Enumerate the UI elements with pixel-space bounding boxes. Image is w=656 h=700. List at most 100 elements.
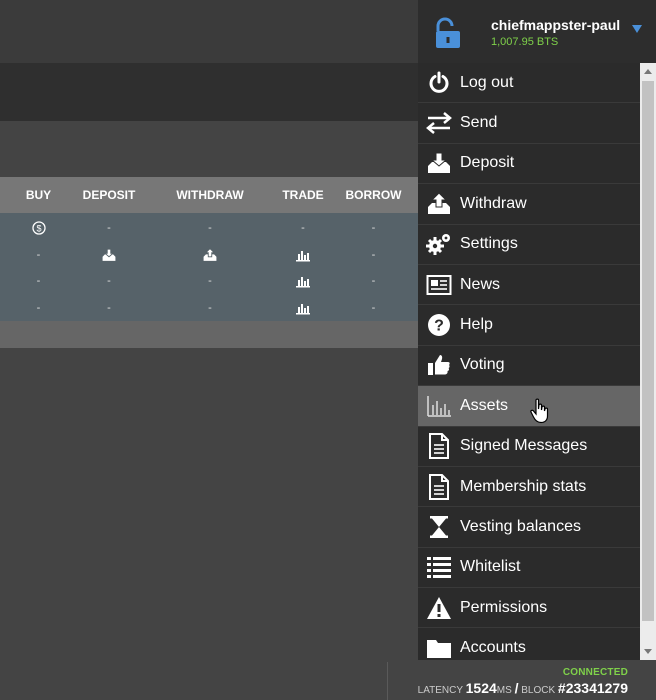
latency-block-readout: LATENCY 1524MS / BLOCK #23341279	[418, 680, 628, 696]
connection-status: CONNECTED LATENCY 1524MS / BLOCK #233412…	[418, 667, 628, 696]
block-label: BLOCK	[521, 685, 556, 696]
table-cell: -	[371, 248, 376, 261]
account-header[interactable]: chiefmappster-paul 1,007.95 BTS	[418, 0, 656, 63]
menu-item-label: News	[460, 275, 501, 293]
bar-chart-icon	[418, 395, 460, 417]
table-cell: -	[208, 301, 212, 314]
table-row: --	[0, 242, 420, 269]
power-icon	[418, 71, 460, 95]
menu-item-label: Membership stats	[460, 477, 587, 495]
menu-item-label: Settings	[460, 235, 518, 253]
menu-item-label: Deposit	[460, 154, 515, 172]
document-icon	[418, 473, 460, 500]
table-cell: -	[107, 301, 111, 314]
menu-item-settings[interactable]: Settings	[418, 225, 640, 265]
withdraw-icon	[418, 192, 460, 216]
svg-text:$: $	[36, 224, 41, 234]
menu-item-label: Voting	[460, 356, 505, 374]
status-separator: /	[514, 680, 519, 696]
column-header-withdraw: WITHDRAW	[176, 188, 244, 202]
menu-item-news[interactable]: News	[418, 265, 640, 306]
menu-item-send[interactable]: Send	[418, 103, 640, 144]
assets-table: BUY DEPOSIT WITHDRAW TRADE BORROW $ - - - - -…	[0, 177, 420, 321]
table-cell: -	[36, 275, 41, 288]
menu-item-help[interactable]: ? Help	[418, 305, 640, 346]
deposit-icon	[418, 151, 460, 175]
scrollbar-thumb[interactable]	[642, 81, 654, 621]
footer-divider	[387, 662, 388, 700]
newspaper-icon	[418, 274, 460, 296]
menu-item-assets[interactable]: Assets	[418, 386, 640, 427]
menu-item-label: Send	[460, 114, 498, 132]
menu-item-membership-stats[interactable]: Membership stats	[418, 467, 640, 508]
table-cell: -	[301, 222, 305, 235]
table-cell: -	[371, 301, 376, 314]
table-row: ----	[0, 268, 420, 295]
account-name[interactable]: chiefmappster-paul	[491, 17, 620, 33]
menu-item-label: Whitelist	[460, 558, 521, 576]
menu-item-permissions[interactable]: Permissions	[418, 588, 640, 629]
menu-item-label: Signed Messages	[460, 437, 588, 455]
column-header-deposit: DEPOSIT	[82, 188, 136, 202]
hand-pointer-cursor-icon	[530, 398, 550, 429]
menu-item-log-out[interactable]: Log out	[418, 63, 640, 104]
menu-item-label: Permissions	[460, 598, 548, 616]
trade-chart-icon[interactable]	[279, 248, 327, 262]
menu-item-deposit[interactable]: Deposit	[418, 144, 640, 185]
warning-icon	[418, 596, 460, 620]
unlocked-padlock-icon[interactable]	[430, 16, 464, 55]
connection-state: CONNECTED	[562, 667, 628, 678]
latency-unit: MS	[496, 685, 512, 696]
latency-value: 1524	[465, 680, 497, 696]
table-cell: -	[371, 275, 376, 288]
column-header-borrow: BORROW	[345, 188, 402, 202]
account-dropdown-menu: Log out Send Deposit Withdraw Settings News? H…	[418, 63, 640, 660]
menu-item-vesting-balances[interactable]: Vesting balances	[418, 507, 640, 548]
menu-item-signed-messages[interactable]: Signed Messages	[418, 427, 640, 467]
trade-chart-icon[interactable]	[279, 301, 327, 315]
document-icon	[418, 433, 460, 460]
table-cell: -	[36, 248, 41, 261]
column-header-buy: BUY	[25, 188, 52, 202]
svg-text:?: ?	[434, 318, 444, 335]
latency-label: LATENCY	[417, 685, 463, 696]
withdraw-icon[interactable]	[141, 247, 279, 262]
menu-item-withdraw[interactable]: Withdraw	[418, 184, 640, 225]
folder-icon	[418, 637, 460, 659]
table-cell: -	[107, 275, 111, 288]
table-cell: -	[107, 222, 111, 235]
table-cell: -	[208, 222, 212, 235]
menu-item-voting[interactable]: Voting	[418, 346, 640, 387]
menu-item-label: Log out	[460, 73, 514, 91]
menu-item-label: Withdraw	[460, 194, 527, 212]
transfer-arrows-icon	[418, 111, 460, 135]
table-header: BUY DEPOSIT WITHDRAW TRADE BORROW	[0, 177, 420, 213]
question-circle-icon: ?	[418, 313, 460, 337]
list-icon	[418, 556, 460, 579]
table-body: $ - - - - - - - - - - - - - -	[0, 213, 420, 321]
menu-item-label: Accounts	[460, 639, 526, 657]
table-cell: -	[36, 301, 41, 314]
menu-item-label: Vesting balances	[460, 517, 581, 535]
scroll-down-arrow-icon[interactable]	[644, 649, 652, 654]
trade-chart-icon[interactable]	[279, 274, 327, 288]
menu-item-label: Help	[460, 316, 493, 334]
chevron-down-icon[interactable]	[632, 25, 642, 33]
menu-item-whitelist[interactable]: Whitelist	[418, 548, 640, 589]
thumbs-up-icon	[418, 353, 460, 377]
menu-scrollbar[interactable]	[640, 63, 656, 660]
hourglass-icon	[418, 515, 460, 539]
gears-icon	[418, 232, 460, 256]
deposit-icon[interactable]	[77, 248, 141, 262]
menu-item-label: Assets	[460, 396, 509, 414]
dollar-circle-icon[interactable]: $	[0, 221, 77, 235]
block-number: #23341279	[557, 680, 628, 696]
scroll-up-arrow-icon[interactable]	[644, 69, 652, 74]
table-row: $ - - - -	[0, 215, 420, 242]
menu-item-accounts[interactable]: Accounts	[418, 628, 640, 660]
table-cell: -	[208, 275, 212, 288]
column-header-trade: TRADE	[282, 188, 324, 202]
table-row: ----	[0, 295, 420, 322]
table-cell: -	[371, 222, 376, 235]
account-balance: 1,007.95 BTS	[491, 36, 559, 48]
